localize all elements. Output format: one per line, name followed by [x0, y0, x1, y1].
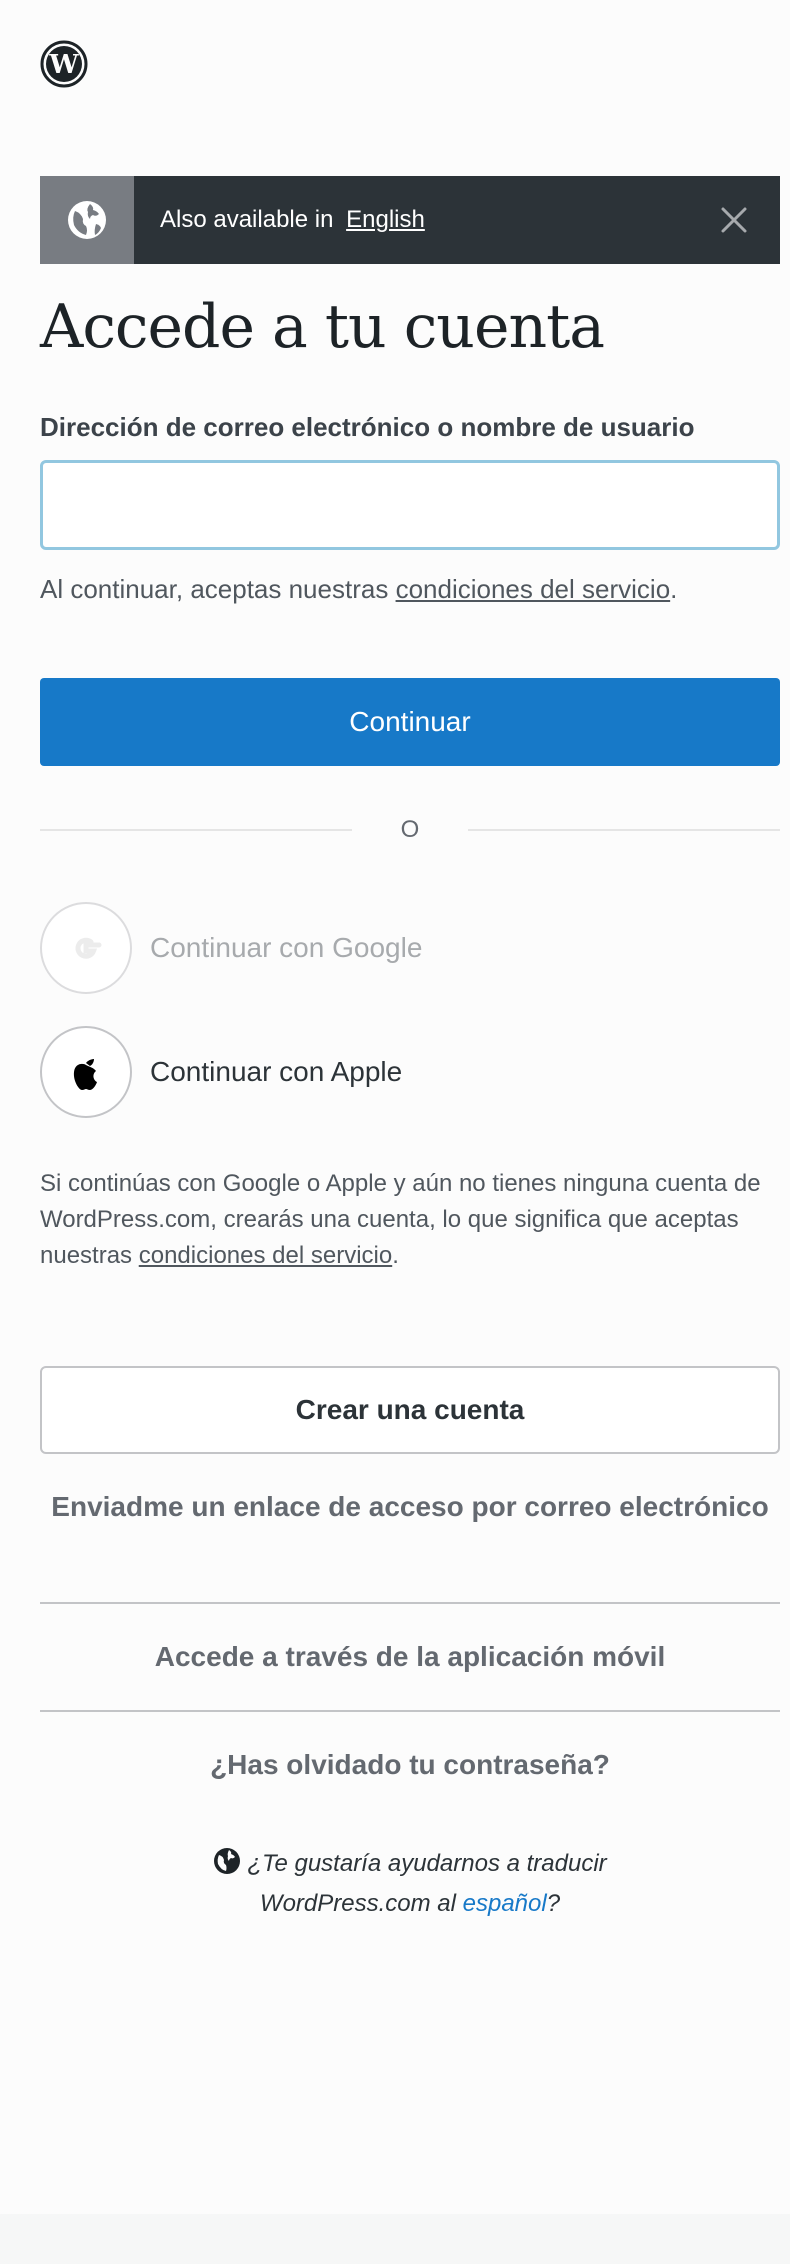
footer-strip — [0, 2214, 790, 2264]
google-icon — [40, 902, 132, 994]
globe-icon — [213, 1847, 241, 1886]
divider-line-right — [468, 829, 780, 831]
tos-link[interactable]: condiciones del servicio — [396, 574, 671, 604]
divider — [40, 1602, 780, 1604]
social-login-notice: Si continúas con Google o Apple y aún no… — [40, 1166, 780, 1274]
svg-text:W: W — [48, 50, 79, 80]
social-note-suffix: . — [392, 1242, 399, 1269]
apple-login-label: Continuar con Apple — [150, 1056, 403, 1087]
translate-line1: ¿Te gustaría ayudarnos a traducir — [247, 1850, 607, 1877]
translate-line2-suffix: ? — [546, 1890, 561, 1917]
apple-login-button[interactable]: Continuar con Apple — [40, 1026, 780, 1118]
translate-language-link[interactable]: español — [463, 1890, 547, 1917]
divider — [40, 1710, 780, 1712]
tos-notice: Al continuar, aceptas nuestras condicion… — [40, 574, 677, 605]
banner-prefix: Also available in — [160, 206, 334, 233]
banner-text: Also available in English — [160, 206, 714, 234]
wordpress-logo-icon[interactable]: W — [40, 40, 88, 88]
tos-prefix: Al continuar, aceptas nuestras — [40, 574, 389, 604]
email-login-link[interactable]: Enviadme un enlace de acceso por correo … — [40, 1486, 780, 1528]
google-login-label: Continuar con Google — [150, 932, 423, 963]
login-input[interactable] — [40, 460, 780, 550]
close-icon[interactable] — [714, 200, 754, 240]
banner-language-link[interactable]: English — [346, 206, 425, 233]
create-account-button[interactable]: Crear una cuenta — [40, 1366, 780, 1454]
translate-prompt: ¿Te gustaría ayudarnos a traducir WordPr… — [40, 1846, 780, 1922]
google-login-button[interactable]: Continuar con Google — [40, 902, 780, 994]
apple-icon — [40, 1026, 132, 1118]
translate-line2-prefix: WordPress.com al — [259, 1890, 456, 1917]
page-title: Accede a tu cuenta — [40, 292, 605, 362]
social-note-tos-link[interactable]: condiciones del servicio — [139, 1242, 392, 1269]
mobile-app-login-link[interactable]: Accede a través de la aplicación móvil — [40, 1636, 780, 1678]
or-divider: O — [40, 812, 780, 848]
login-field-label: Dirección de correo electrónico o nombre… — [40, 412, 695, 442]
forgot-password-link[interactable]: ¿Has olvidado tu contraseña? — [40, 1744, 780, 1786]
continue-button[interactable]: Continuar — [40, 678, 780, 766]
globe-icon — [40, 176, 134, 264]
tos-suffix: . — [670, 574, 678, 604]
language-banner: Also available in English — [40, 176, 780, 264]
